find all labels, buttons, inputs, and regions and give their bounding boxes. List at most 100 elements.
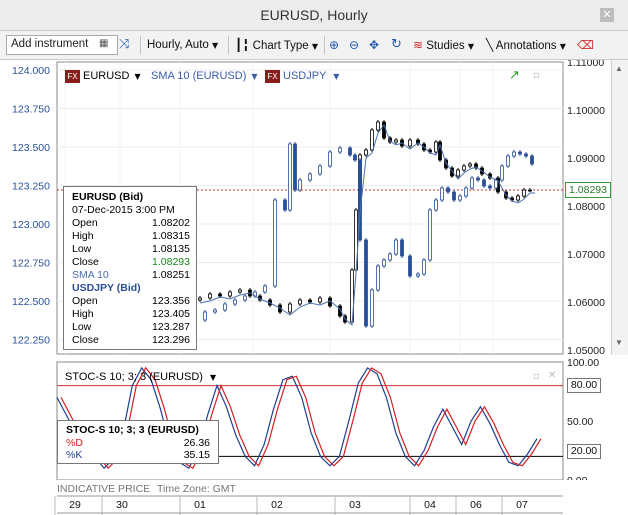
usdjpy-candle [388,253,392,261]
eurusd-candle [208,293,212,299]
tooltip-label: Close [72,256,99,268]
tooltip-label: Low [72,321,92,333]
usdjpy-candle [482,179,486,187]
chart-type-button[interactable]: ┃╏ Chart Type ▼ [235,36,318,54]
fx-icon: FX [65,69,80,83]
usdjpy-candle [353,154,357,161]
vertical-scrollbar[interactable]: ▲ ▼ [611,60,628,355]
tooltip-usdjpy-header: USDJPY (Bid) [72,282,141,294]
zoom-in-icon[interactable]: ⊕ [329,36,339,54]
tooltip-value: 123.296 [152,334,190,346]
close-icon[interactable]: ✕ [600,8,614,22]
tooltip-label: Low [72,243,92,255]
eurusd-legend-label: EURUSD [83,70,130,82]
trend-up-icon[interactable]: ↗ [509,68,520,83]
tooltip-eurusd-header: EURUSD (Bid) [72,191,144,203]
usdjpy-candle [203,311,207,321]
eurusd-candle [468,163,472,167]
usdjpy-legend[interactable]: FX USDJPY ▼ [265,68,339,84]
eurusd-candle [376,121,380,131]
tooltip-row: Open 123.356 [72,295,190,308]
studies-button[interactable]: ≋ Studies ▼ [413,36,474,54]
usdjpy-candle [524,153,528,157]
stoch-axis-tick: 50.00 [567,416,593,428]
scroll-up-icon[interactable]: ▲ [615,64,623,73]
eurusd-candle [456,169,460,177]
tooltip-value: 123.287 [152,321,190,333]
usdjpy-candle [428,209,432,261]
timeframe-selector[interactable]: Hourly, Auto ▼ [147,36,218,54]
refresh-icon[interactable]: ↻ [391,36,402,54]
usdjpy-candle [488,185,492,189]
usdjpy-candle [530,155,534,165]
tooltip-datetime: 07-Dec-2015 3:00 PM [72,204,175,216]
eurusd-candle [516,195,520,201]
zoom-out-icon[interactable]: ⊖ [349,36,359,54]
usdjpy-candle [506,155,510,167]
usdjpy-candle [452,191,456,201]
stoch-k-row: %K 35.15 [66,449,210,462]
eurusd-candle [394,139,398,143]
maximize-pane-icon[interactable]: ▫ [533,70,540,81]
eurusd-candle [308,299,312,303]
tooltip-row: Low 1.08135 [72,243,190,256]
usdjpy-candle [400,239,404,257]
usdjpy-candle [233,299,237,305]
toolbar-separator [324,36,325,54]
chevron-down-icon: ▼ [210,373,217,382]
left-axis-tick: 123.500 [12,142,50,154]
close-pane-icon[interactable]: ✕ [548,370,556,381]
usdjpy-candle [440,187,444,201]
eurusd-candle [238,289,242,293]
usdjpy-candle [263,285,267,293]
usdjpy-candle [318,165,322,175]
stoch-tooltip-title: STOC-S 10; 3; 3 (EURUSD) [66,424,199,436]
stoch-legend[interactable]: STOC-S 10; 3; 3 (EURUSD) ▼ [65,369,216,385]
stoch-legend-label: STOC-S 10; 3; 3 (EURUSD) [65,371,203,383]
right-axis-tick: 1.07000 [567,249,605,261]
chevron-down-icon: ▼ [559,42,566,51]
eurusd-candle [462,165,466,171]
chevron-down-icon: ▼ [467,42,474,51]
chart-type-label: Chart Type [252,40,309,52]
time-axis-day: 01 [194,499,206,511]
tooltip-label: High [72,230,94,242]
add-instrument-input[interactable]: Add instrument ▦ [6,35,118,55]
scroll-down-icon[interactable]: ▼ [615,338,623,347]
stoch-k-value: 35.15 [183,449,210,461]
usdjpy-candle [500,165,504,181]
usdjpy-candle [464,187,468,197]
eurusd-candle [522,189,526,197]
tooltip-value: 1.08202 [152,217,190,229]
usdjpy-candle [376,265,380,291]
pan-icon[interactable]: ✥ [369,36,379,54]
tooltip-value: 123.405 [152,308,190,320]
maximize-pane-icon[interactable]: ▫ [533,371,540,382]
right-axis-tick: 1.10000 [567,105,605,117]
crosshair-chart-icon[interactable]: ⤨ [119,36,129,54]
usdjpy-legend-label: USDJPY [283,70,327,82]
time-axis-day: 03 [349,499,361,511]
eurusd-candle [528,189,532,192]
toolbar-separator [228,36,229,54]
add-instrument-placeholder: Add instrument [11,38,89,50]
sma-legend[interactable]: SMA 10 (EURUSD) ▼ [151,68,258,84]
usdjpy-candle [223,303,227,311]
left-axis-tick: 123.750 [12,104,50,116]
tooltip-row: Low 123.287 [72,321,190,334]
usdjpy-candle [494,179,498,189]
usdjpy-candle [434,199,438,211]
instrument-list-icon[interactable]: ▦ [99,38,108,49]
left-axis-tick: 123.000 [12,219,50,231]
eraser-icon[interactable]: ⌫ [577,36,594,54]
right-axis-tick: 1.05000 [567,345,605,357]
chevron-down-icon: ▼ [212,41,219,50]
annotations-button[interactable]: ╲ Annotations ▼ [486,36,566,54]
tooltip-label: SMA 10 [72,269,109,281]
time-axis-day: 29 [69,499,81,511]
usdjpy-candle [273,199,277,287]
tooltip-row: High 1.08315 [72,230,190,243]
studies-label: Studies [426,40,465,52]
tooltip-value: 1.08135 [152,243,190,255]
eurusd-legend[interactable]: FX EURUSD ▼ [65,68,141,84]
